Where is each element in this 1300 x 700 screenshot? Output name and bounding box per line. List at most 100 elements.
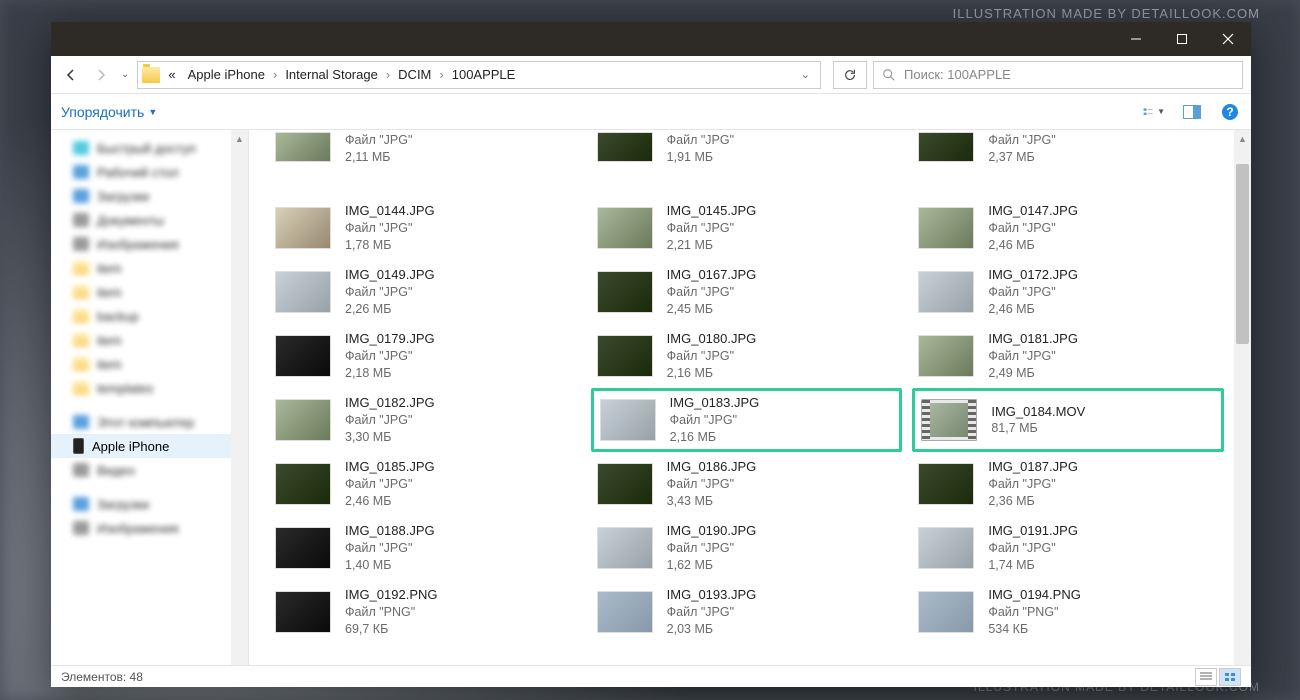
file-item[interactable]: IMG_0193.JPGФайл "JPG"2,03 МБ <box>591 580 903 644</box>
file-item[interactable]: Файл "JPG"2,37 МБ <box>912 132 1224 176</box>
file-type: Файл "JPG" <box>345 284 435 301</box>
file-size: 2,46 МБ <box>345 493 435 510</box>
file-size: 2,37 МБ <box>988 149 1055 166</box>
sidebar-item[interactable]: Этот компьютер <box>51 410 248 434</box>
sidebar-item[interactable]: item <box>51 280 248 304</box>
file-item[interactable]: IMG_0186.JPGФайл "JPG"3,43 МБ <box>591 452 903 516</box>
file-name: IMG_0181.JPG <box>988 330 1078 348</box>
breadcrumb-item-3[interactable]: 100APPLE <box>448 65 520 84</box>
sidebar-item[interactable]: Загрузки <box>51 184 248 208</box>
file-type: Файл "JPG" <box>988 540 1078 557</box>
maximize-button[interactable] <box>1159 22 1205 56</box>
file-name: IMG_0186.JPG <box>667 458 757 476</box>
sidebar-item[interactable]: templates <box>51 376 248 400</box>
file-type: Файл "JPG" <box>345 132 412 149</box>
file-size: 2,46 МБ <box>988 237 1078 254</box>
file-item[interactable]: IMG_0191.JPGФайл "JPG"1,74 МБ <box>912 516 1224 580</box>
file-name: IMG_0188.JPG <box>345 522 435 540</box>
image-thumbnail-icon <box>918 207 974 249</box>
help-button[interactable]: ? <box>1219 101 1241 123</box>
file-item[interactable]: Файл "JPG"1,91 МБ <box>591 132 903 176</box>
sidebar-item[interactable]: item <box>51 352 248 376</box>
back-button[interactable] <box>59 63 83 87</box>
sidebar-item[interactable]: item <box>51 256 248 280</box>
file-item[interactable]: IMG_0181.JPGФайл "JPG"2,49 МБ <box>912 324 1224 388</box>
close-button[interactable] <box>1205 22 1251 56</box>
thumbnails-view-button[interactable] <box>1219 668 1241 686</box>
address-dropdown-icon[interactable]: ⌄ <box>801 68 810 81</box>
sidebar-item[interactable]: Быстрый доступ <box>51 136 248 160</box>
file-item[interactable]: IMG_0144.JPGФайл "JPG"1,78 МБ <box>269 196 581 260</box>
file-item[interactable]: IMG_0172.JPGФайл "JPG"2,46 МБ <box>912 260 1224 324</box>
sidebar-item[interactable]: Документы <box>51 208 248 232</box>
file-pane: Файл "JPG"2,11 МБФайл "JPG"1,91 МБФайл "… <box>249 130 1251 687</box>
file-item[interactable]: IMG_0192.PNGФайл "PNG"69,7 КБ <box>269 580 581 644</box>
refresh-button[interactable] <box>833 61 867 89</box>
file-size: 2,36 МБ <box>988 493 1078 510</box>
file-item[interactable]: IMG_0145.JPGФайл "JPG"2,21 МБ <box>591 196 903 260</box>
file-item[interactable]: IMG_0185.JPGФайл "JPG"2,46 МБ <box>269 452 581 516</box>
file-item[interactable]: IMG_0183.JPGФайл "JPG"2,16 МБ <box>591 388 903 452</box>
image-thumbnail-icon <box>275 207 331 249</box>
chevron-right-icon: › <box>273 67 277 82</box>
file-name: IMG_0147.JPG <box>988 202 1078 220</box>
sidebar-item[interactable]: Изображения <box>51 516 248 540</box>
file-item[interactable]: IMG_0182.JPGФайл "JPG"3,30 МБ <box>269 388 581 452</box>
file-item[interactable]: IMG_0187.JPGФайл "JPG"2,36 МБ <box>912 452 1224 516</box>
file-name: IMG_0183.JPG <box>670 394 760 412</box>
sidebar-item[interactable]: backup <box>51 304 248 328</box>
file-item[interactable]: IMG_0180.JPGФайл "JPG"2,16 МБ <box>591 324 903 388</box>
file-item[interactable]: IMG_0188.JPGФайл "JPG"1,40 МБ <box>269 516 581 580</box>
main-scrollbar[interactable]: ▲ <box>1234 130 1251 687</box>
organize-menu[interactable]: Упорядочить▼ <box>61 104 157 120</box>
breadcrumb-item-1[interactable]: Internal Storage <box>281 65 382 84</box>
file-item[interactable]: IMG_0167.JPGФайл "JPG"2,45 МБ <box>591 260 903 324</box>
file-item[interactable]: IMG_0194.PNGФайл "PNG"534 КБ <box>912 580 1224 644</box>
sidebar-item[interactable]: Рабочий стол <box>51 160 248 184</box>
file-item[interactable]: IMG_0184.MOV81,7 МБ <box>912 388 1224 452</box>
file-size: 2,45 МБ <box>667 301 757 318</box>
address-row: ⌄ « Apple iPhone › Internal Storage › DC… <box>51 56 1251 94</box>
image-thumbnail-icon <box>597 271 653 313</box>
sidebar-item[interactable]: Видео <box>51 458 248 482</box>
file-type: Файл "JPG" <box>667 540 757 557</box>
file-size: 3,30 МБ <box>345 429 435 446</box>
sidebar-item[interactable]: Изображения <box>51 232 248 256</box>
image-thumbnail-icon <box>275 271 331 313</box>
sidebar-item-apple-iphone[interactable]: Apple iPhone <box>51 434 248 458</box>
details-view-button[interactable] <box>1195 668 1217 686</box>
view-options-button[interactable]: ▼ <box>1143 101 1165 123</box>
breadcrumb-item-2[interactable]: DCIM <box>394 65 435 84</box>
address-bar[interactable]: « Apple iPhone › Internal Storage › DCIM… <box>137 61 821 89</box>
preview-pane-button[interactable] <box>1181 101 1203 123</box>
file-item[interactable]: IMG_0190.JPGФайл "JPG"1,62 МБ <box>591 516 903 580</box>
history-dropdown[interactable]: ⌄ <box>119 69 131 80</box>
breadcrumb-prefix[interactable]: « <box>164 65 179 84</box>
file-item[interactable]: IMG_0149.JPGФайл "JPG"2,26 МБ <box>269 260 581 324</box>
file-item[interactable]: IMG_0147.JPGФайл "JPG"2,46 МБ <box>912 196 1224 260</box>
file-size: 2,49 МБ <box>988 365 1078 382</box>
minimize-button[interactable] <box>1113 22 1159 56</box>
file-item[interactable]: Файл "JPG"2,11 МБ <box>269 132 581 176</box>
breadcrumb-item-0[interactable]: Apple iPhone <box>184 65 269 84</box>
titlebar <box>51 22 1251 56</box>
image-thumbnail-icon <box>597 207 653 249</box>
file-name: IMG_0191.JPG <box>988 522 1078 540</box>
file-name: IMG_0145.JPG <box>667 202 757 220</box>
image-thumbnail-icon <box>597 527 653 569</box>
file-type: Файл "JPG" <box>345 540 435 557</box>
image-thumbnail-icon <box>275 399 331 441</box>
file-name: IMG_0167.JPG <box>667 266 757 284</box>
forward-button[interactable] <box>89 63 113 87</box>
file-item[interactable]: IMG_0179.JPGФайл "JPG"2,18 МБ <box>269 324 581 388</box>
file-name: IMG_0190.JPG <box>667 522 757 540</box>
image-thumbnail-icon <box>597 463 653 505</box>
file-type: Файл "JPG" <box>667 348 757 365</box>
sidebar-scrollbar[interactable]: ▲ <box>231 130 248 687</box>
sidebar-item[interactable]: Загрузки <box>51 492 248 516</box>
file-type: Файл "JPG" <box>667 604 757 621</box>
file-type: Файл "JPG" <box>988 348 1078 365</box>
search-input[interactable]: Поиск: 100APPLE <box>873 61 1243 89</box>
sidebar-item[interactable]: item <box>51 328 248 352</box>
file-name: IMG_0194.PNG <box>988 586 1081 604</box>
